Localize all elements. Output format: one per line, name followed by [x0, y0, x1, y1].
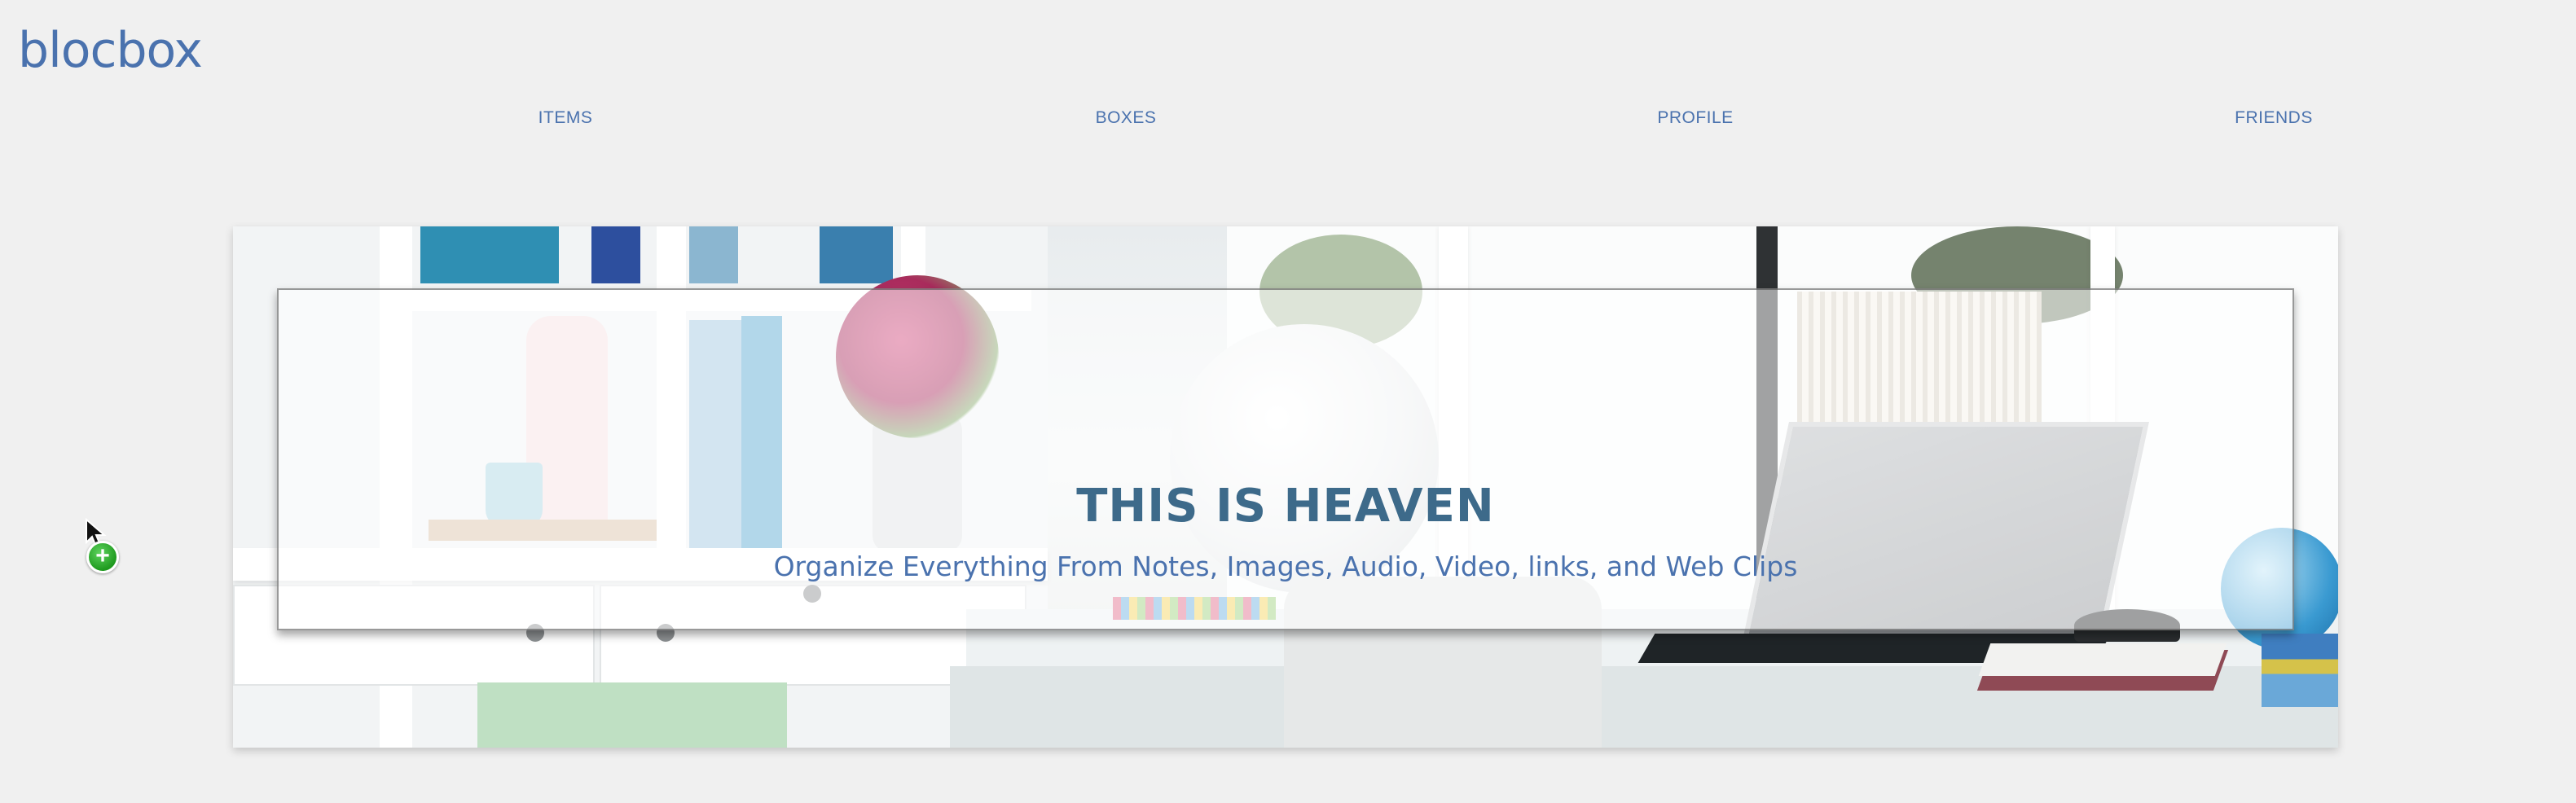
nav-link-items[interactable]: ITEMS [538, 108, 593, 128]
hero-photo-binder [591, 226, 640, 283]
hero-photo-storage-box [477, 682, 787, 748]
logo-link[interactable]: blocbox [18, 26, 203, 75]
nav-link-profile[interactable]: PROFILE [1657, 108, 1733, 128]
hero-photo-notebook [1978, 643, 2227, 676]
hero-banner: THIS IS HEAVEN Organize Everything From … [233, 226, 2338, 748]
hero-title: THIS IS HEAVEN [1076, 479, 1495, 533]
nav-link-friends[interactable]: FRIENDS [2235, 108, 2313, 128]
page: blocbox ITEMS BOXES PROFILE FRIENDS THIS… [0, 0, 2576, 803]
add-plus-icon: + [86, 541, 119, 573]
hero-photo-binder [689, 226, 738, 283]
hero-photo-books [2262, 634, 2338, 707]
hero-subtitle: Organize Everything From Notes, Images, … [773, 551, 1798, 582]
nav-link-boxes[interactable]: BOXES [1096, 108, 1157, 128]
hero-photo-binder [420, 226, 559, 283]
hero-photo-binder [820, 226, 893, 283]
hero-caption-box: THIS IS HEAVEN Organize Everything From … [277, 288, 2294, 630]
